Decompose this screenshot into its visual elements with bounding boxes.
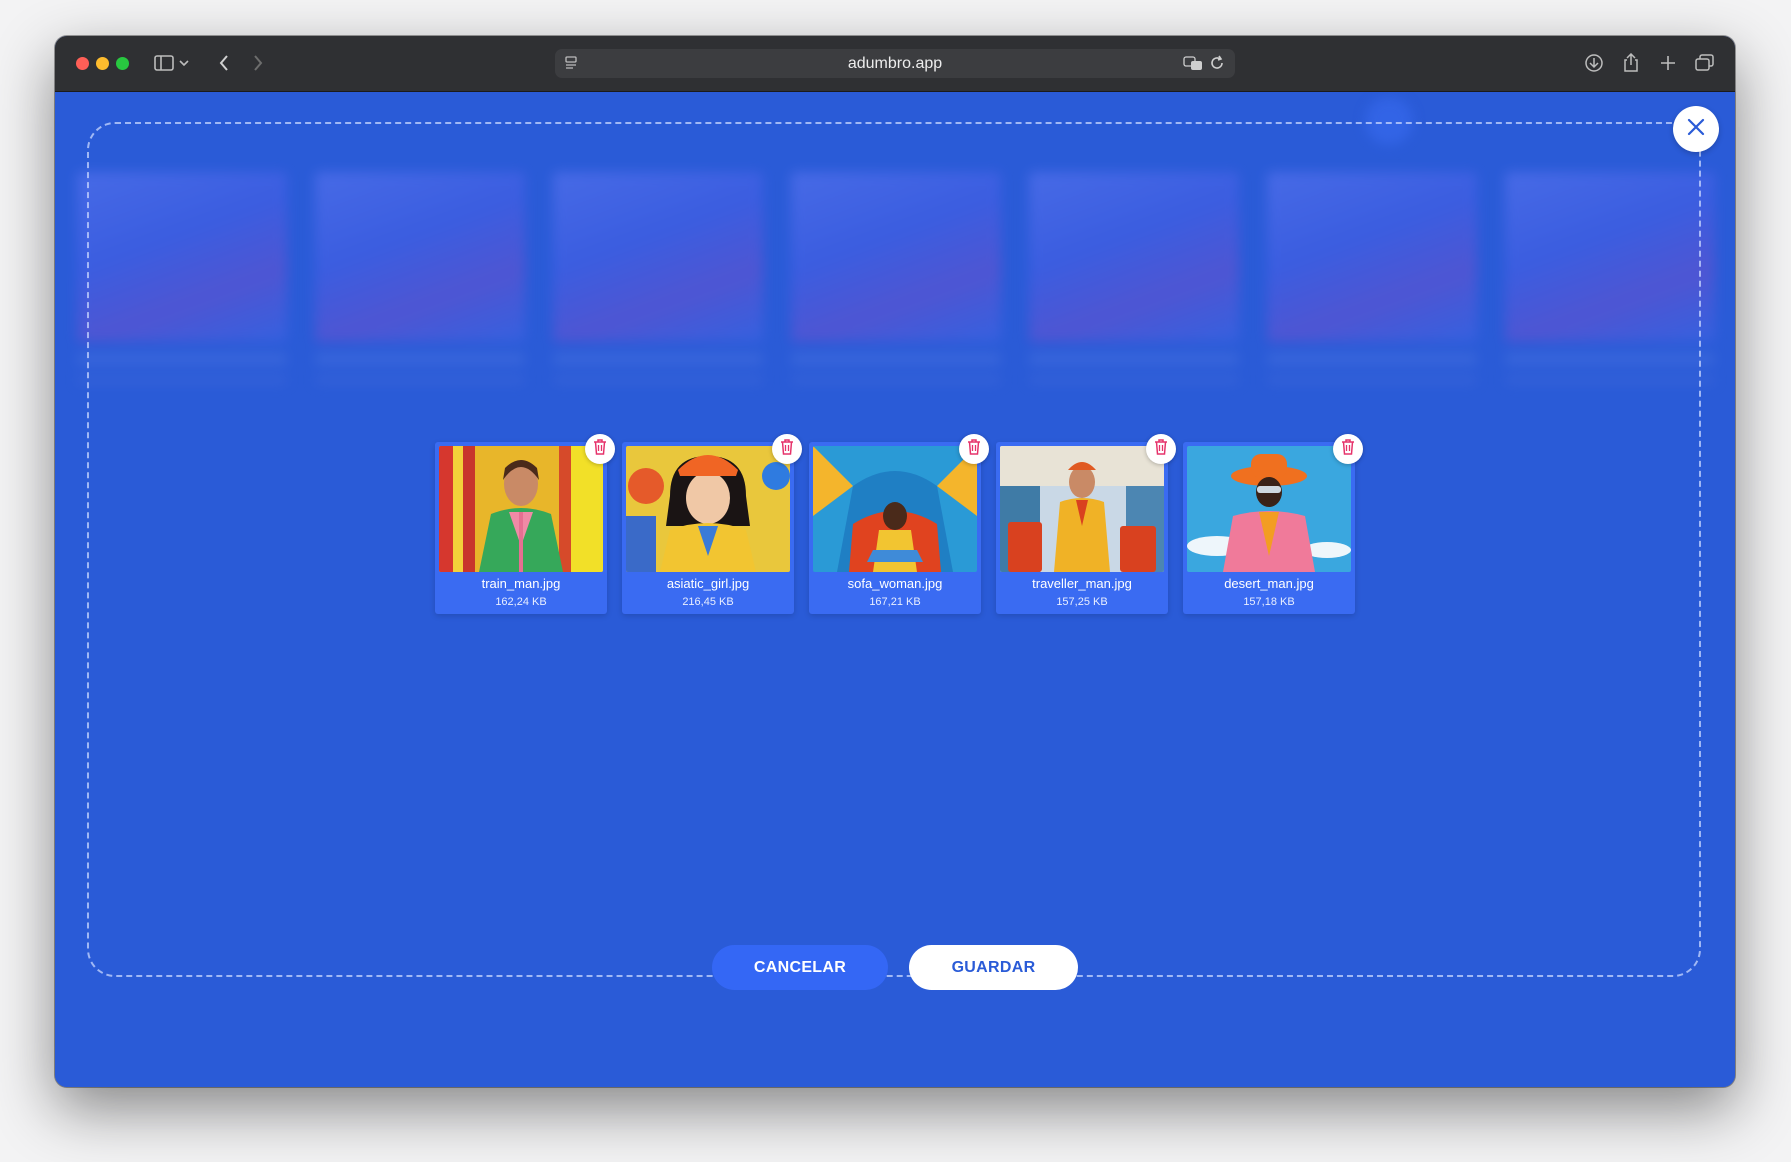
downloads-icon[interactable] [1581, 50, 1607, 76]
trash-icon [780, 438, 794, 460]
delete-file-button[interactable] [959, 434, 989, 464]
file-card: train_man.jpg 162,24 KB [435, 434, 615, 614]
trash-icon [593, 438, 607, 460]
file-size: 162,24 KB [495, 596, 547, 608]
translate-icon[interactable] [1183, 55, 1203, 76]
file-card: traveller_man.jpg 157,25 KB [996, 434, 1176, 614]
cancel-button[interactable]: CANCELAR [712, 945, 888, 990]
file-thumbnail [1187, 446, 1351, 572]
close-window-button[interactable] [76, 57, 89, 70]
file-thumbnail [626, 446, 790, 572]
file-size: 167,21 KB [869, 596, 921, 608]
file-card: sofa_woman.jpg 167,21 KB [809, 434, 989, 614]
file-thumbnail [1000, 446, 1164, 572]
back-icon[interactable] [211, 50, 237, 76]
file-name: desert_man.jpg [1224, 576, 1314, 591]
file-size: 216,45 KB [682, 596, 734, 608]
delete-file-button[interactable] [1146, 434, 1176, 464]
trash-icon [1154, 438, 1168, 460]
file-card: desert_man.jpg 157,18 KB [1183, 434, 1363, 614]
url-text: adumbro.app [847, 54, 943, 72]
delete-file-button[interactable] [1333, 434, 1363, 464]
delete-file-button[interactable] [772, 434, 802, 464]
trash-icon [967, 438, 981, 460]
file-size: 157,25 KB [1056, 596, 1108, 608]
browser-window: adumbro.app train_man.jpg 162,24 KB asia… [55, 36, 1735, 1087]
sidebar-toggle-icon[interactable] [151, 50, 177, 76]
file-name: sofa_woman.jpg [847, 576, 943, 591]
file-card: asiatic_girl.jpg 216,45 KB [622, 434, 802, 614]
minimize-window-button[interactable] [96, 57, 109, 70]
page-settings-icon[interactable] [563, 55, 579, 76]
save-button[interactable]: GUARDAR [909, 945, 1078, 990]
close-dialog-button[interactable] [1673, 106, 1719, 152]
tab-overview-icon[interactable] [1692, 50, 1718, 76]
share-icon[interactable] [1618, 50, 1644, 76]
delete-file-button[interactable] [585, 434, 615, 464]
zoom-window-button[interactable] [116, 57, 129, 70]
file-name: asiatic_girl.jpg [666, 576, 750, 591]
trash-icon [1341, 438, 1355, 460]
page-content: train_man.jpg 162,24 KB asiatic_girl.jpg… [55, 92, 1735, 1087]
new-tab-icon[interactable] [1655, 50, 1681, 76]
chevron-down-icon[interactable] [177, 50, 191, 76]
file-thumbnail [439, 446, 603, 572]
reload-icon[interactable] [1209, 55, 1225, 76]
file-name: train_man.jpg [481, 576, 561, 591]
close-icon [1687, 118, 1705, 141]
browser-titlebar: adumbro.app [55, 36, 1735, 92]
address-bar[interactable]: adumbro.app [555, 49, 1235, 78]
forward-icon[interactable] [245, 50, 271, 76]
file-size: 157,18 KB [1243, 596, 1295, 608]
file-thumbnail [813, 446, 977, 572]
file-name: traveller_man.jpg [1032, 576, 1132, 591]
